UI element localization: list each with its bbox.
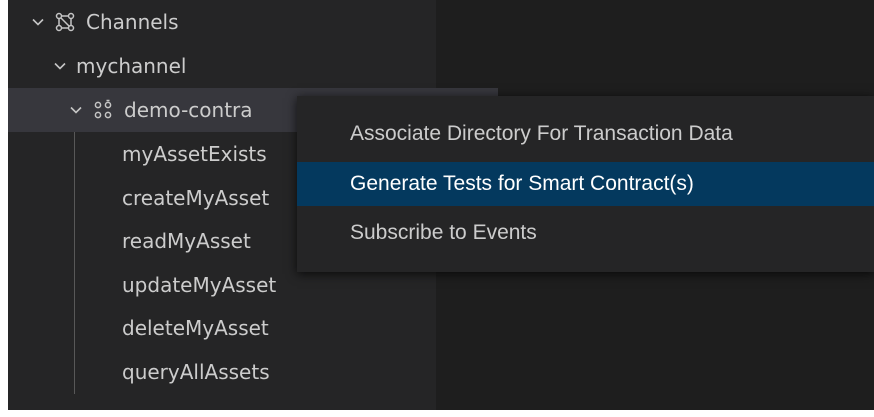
tree-node-channels[interactable]: Channels [8, 0, 460, 44]
tree-node-transaction[interactable]: deleteMyAsset [8, 306, 550, 350]
tree-node-label: mychannel [76, 54, 187, 78]
channels-network-icon [54, 11, 76, 33]
menu-item-subscribe-events[interactable]: Subscribe to Events [297, 211, 874, 255]
chevron-down-icon[interactable] [32, 16, 44, 28]
tree-node-transaction[interactable]: queryAllAssets [8, 350, 550, 394]
tree-node-label: demo-contra [124, 98, 253, 122]
transaction-label: createMyAsset [122, 186, 270, 210]
menu-item-label: Subscribe to Events [350, 221, 537, 244]
menu-item-associate-directory[interactable]: Associate Directory For Transaction Data [297, 112, 874, 156]
menu-item-generate-tests[interactable]: Generate Tests for Smart Contract(s) [297, 162, 874, 206]
chevron-down-icon[interactable] [54, 60, 66, 72]
menu-item-label: Associate Directory For Transaction Data [350, 122, 733, 145]
transaction-label: deleteMyAsset [122, 316, 269, 340]
transaction-label: queryAllAssets [122, 360, 270, 384]
smart-contract-icon [92, 99, 114, 121]
transaction-label: readMyAsset [122, 229, 251, 253]
vscode-window: Channels mychannel demo-contra myAssetEx… [8, 0, 874, 410]
transaction-label: myAssetExists [122, 142, 267, 166]
tree-node-mychannel[interactable]: mychannel [8, 44, 482, 88]
chevron-down-icon[interactable] [70, 104, 82, 116]
context-menu: Associate Directory For Transaction Data… [297, 96, 874, 272]
menu-item-label: Generate Tests for Smart Contract(s) [350, 172, 694, 195]
transaction-label: updateMyAsset [122, 273, 277, 297]
tree-node-label: Channels [86, 10, 179, 34]
